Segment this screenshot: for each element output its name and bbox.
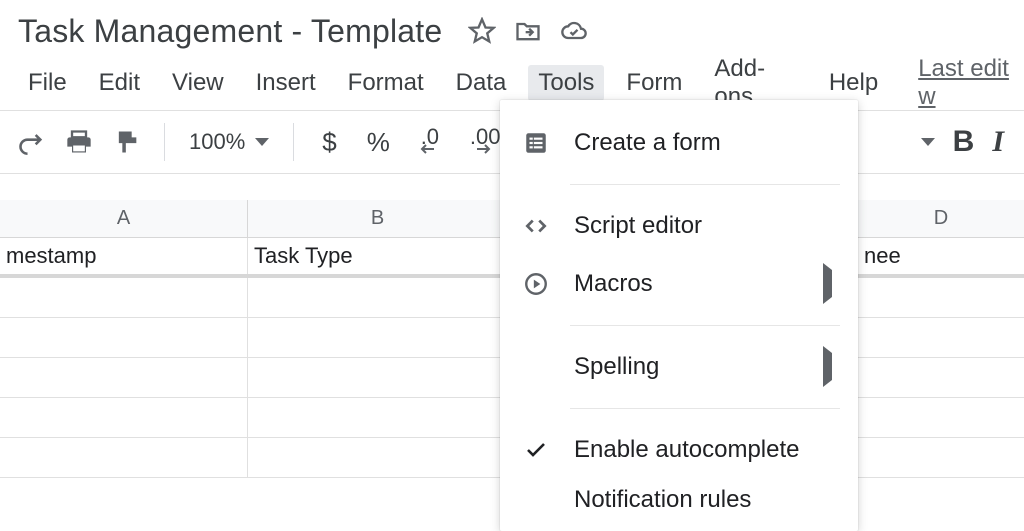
submenu-caret-icon: [823, 353, 832, 381]
decrease-decimals-button[interactable]: .0: [408, 130, 452, 154]
star-icon[interactable]: [468, 17, 496, 45]
more-formats-dropdown[interactable]: [921, 138, 935, 146]
menu-item-label: Enable autocomplete: [574, 436, 800, 464]
tools-menu: Create a form Script editor Macros Spell…: [500, 100, 858, 531]
document-title[interactable]: Task Management - Template: [18, 13, 442, 50]
menu-help[interactable]: Help: [819, 65, 888, 101]
menu-file[interactable]: File: [18, 65, 77, 101]
title-row: Task Management - Template: [0, 0, 1024, 62]
title-icons: [468, 17, 588, 45]
cell[interactable]: nee: [858, 238, 1024, 274]
menu-format[interactable]: Format: [338, 65, 434, 101]
format-currency-button[interactable]: $: [310, 127, 348, 158]
column-header[interactable]: D: [858, 200, 1024, 237]
format-percent-button[interactable]: %: [355, 127, 402, 158]
toolbar-separator: [164, 123, 165, 161]
zoom-dropdown[interactable]: 100%: [181, 129, 277, 155]
submenu-caret-icon: [823, 270, 832, 298]
menu-item-label: Spelling: [574, 353, 659, 381]
zoom-value: 100%: [189, 129, 245, 155]
column-header[interactable]: A: [0, 200, 248, 237]
menu-item-create-form[interactable]: Create a form: [500, 114, 858, 172]
bold-button[interactable]: B: [953, 125, 975, 159]
last-edit-link[interactable]: Last edit w: [918, 55, 1024, 111]
menu-item-label: Script editor: [574, 212, 702, 240]
cloud-saved-icon[interactable]: [560, 17, 588, 45]
menu-item-label: Create a form: [574, 129, 721, 157]
caret-down-icon: [255, 138, 269, 146]
menu-item-enable-autocomplete[interactable]: Enable autocomplete: [500, 421, 858, 479]
menu-item-label: Macros: [574, 270, 653, 298]
italic-button[interactable]: I: [992, 125, 1004, 159]
menu-form[interactable]: Form: [616, 65, 692, 101]
toolbar-right: B I: [921, 125, 1024, 159]
menu-view[interactable]: View: [162, 65, 234, 101]
menu-separator: [570, 325, 840, 326]
blank-icon: [522, 353, 550, 381]
code-icon: [522, 212, 550, 240]
print-icon[interactable]: [58, 121, 100, 163]
menu-tools[interactable]: Tools: [528, 65, 604, 101]
menubar: File Edit View Insert Format Data Tools …: [0, 62, 1024, 104]
menu-separator: [570, 408, 840, 409]
blank-icon: [522, 486, 550, 514]
record-icon: [522, 270, 550, 298]
paint-format-icon[interactable]: [106, 121, 148, 163]
form-icon: [522, 129, 550, 157]
toolbar-separator: [293, 123, 294, 161]
menu-item-notification-rules[interactable]: Notification rules: [500, 479, 858, 521]
menu-item-label: Notification rules: [574, 486, 751, 514]
cell[interactable]: Task Type: [248, 238, 508, 274]
cell[interactable]: mestamp: [0, 238, 248, 274]
menu-item-spelling[interactable]: Spelling: [500, 338, 858, 396]
menu-item-macros[interactable]: Macros: [500, 255, 858, 313]
redo-icon[interactable]: [10, 121, 52, 163]
menu-separator: [570, 184, 840, 185]
check-icon: [522, 436, 550, 464]
column-header[interactable]: B: [248, 200, 508, 237]
move-to-folder-icon[interactable]: [514, 17, 542, 45]
menu-data[interactable]: Data: [446, 65, 517, 101]
menu-insert[interactable]: Insert: [246, 65, 326, 101]
menu-item-script-editor[interactable]: Script editor: [500, 197, 858, 255]
menu-edit[interactable]: Edit: [89, 65, 150, 101]
